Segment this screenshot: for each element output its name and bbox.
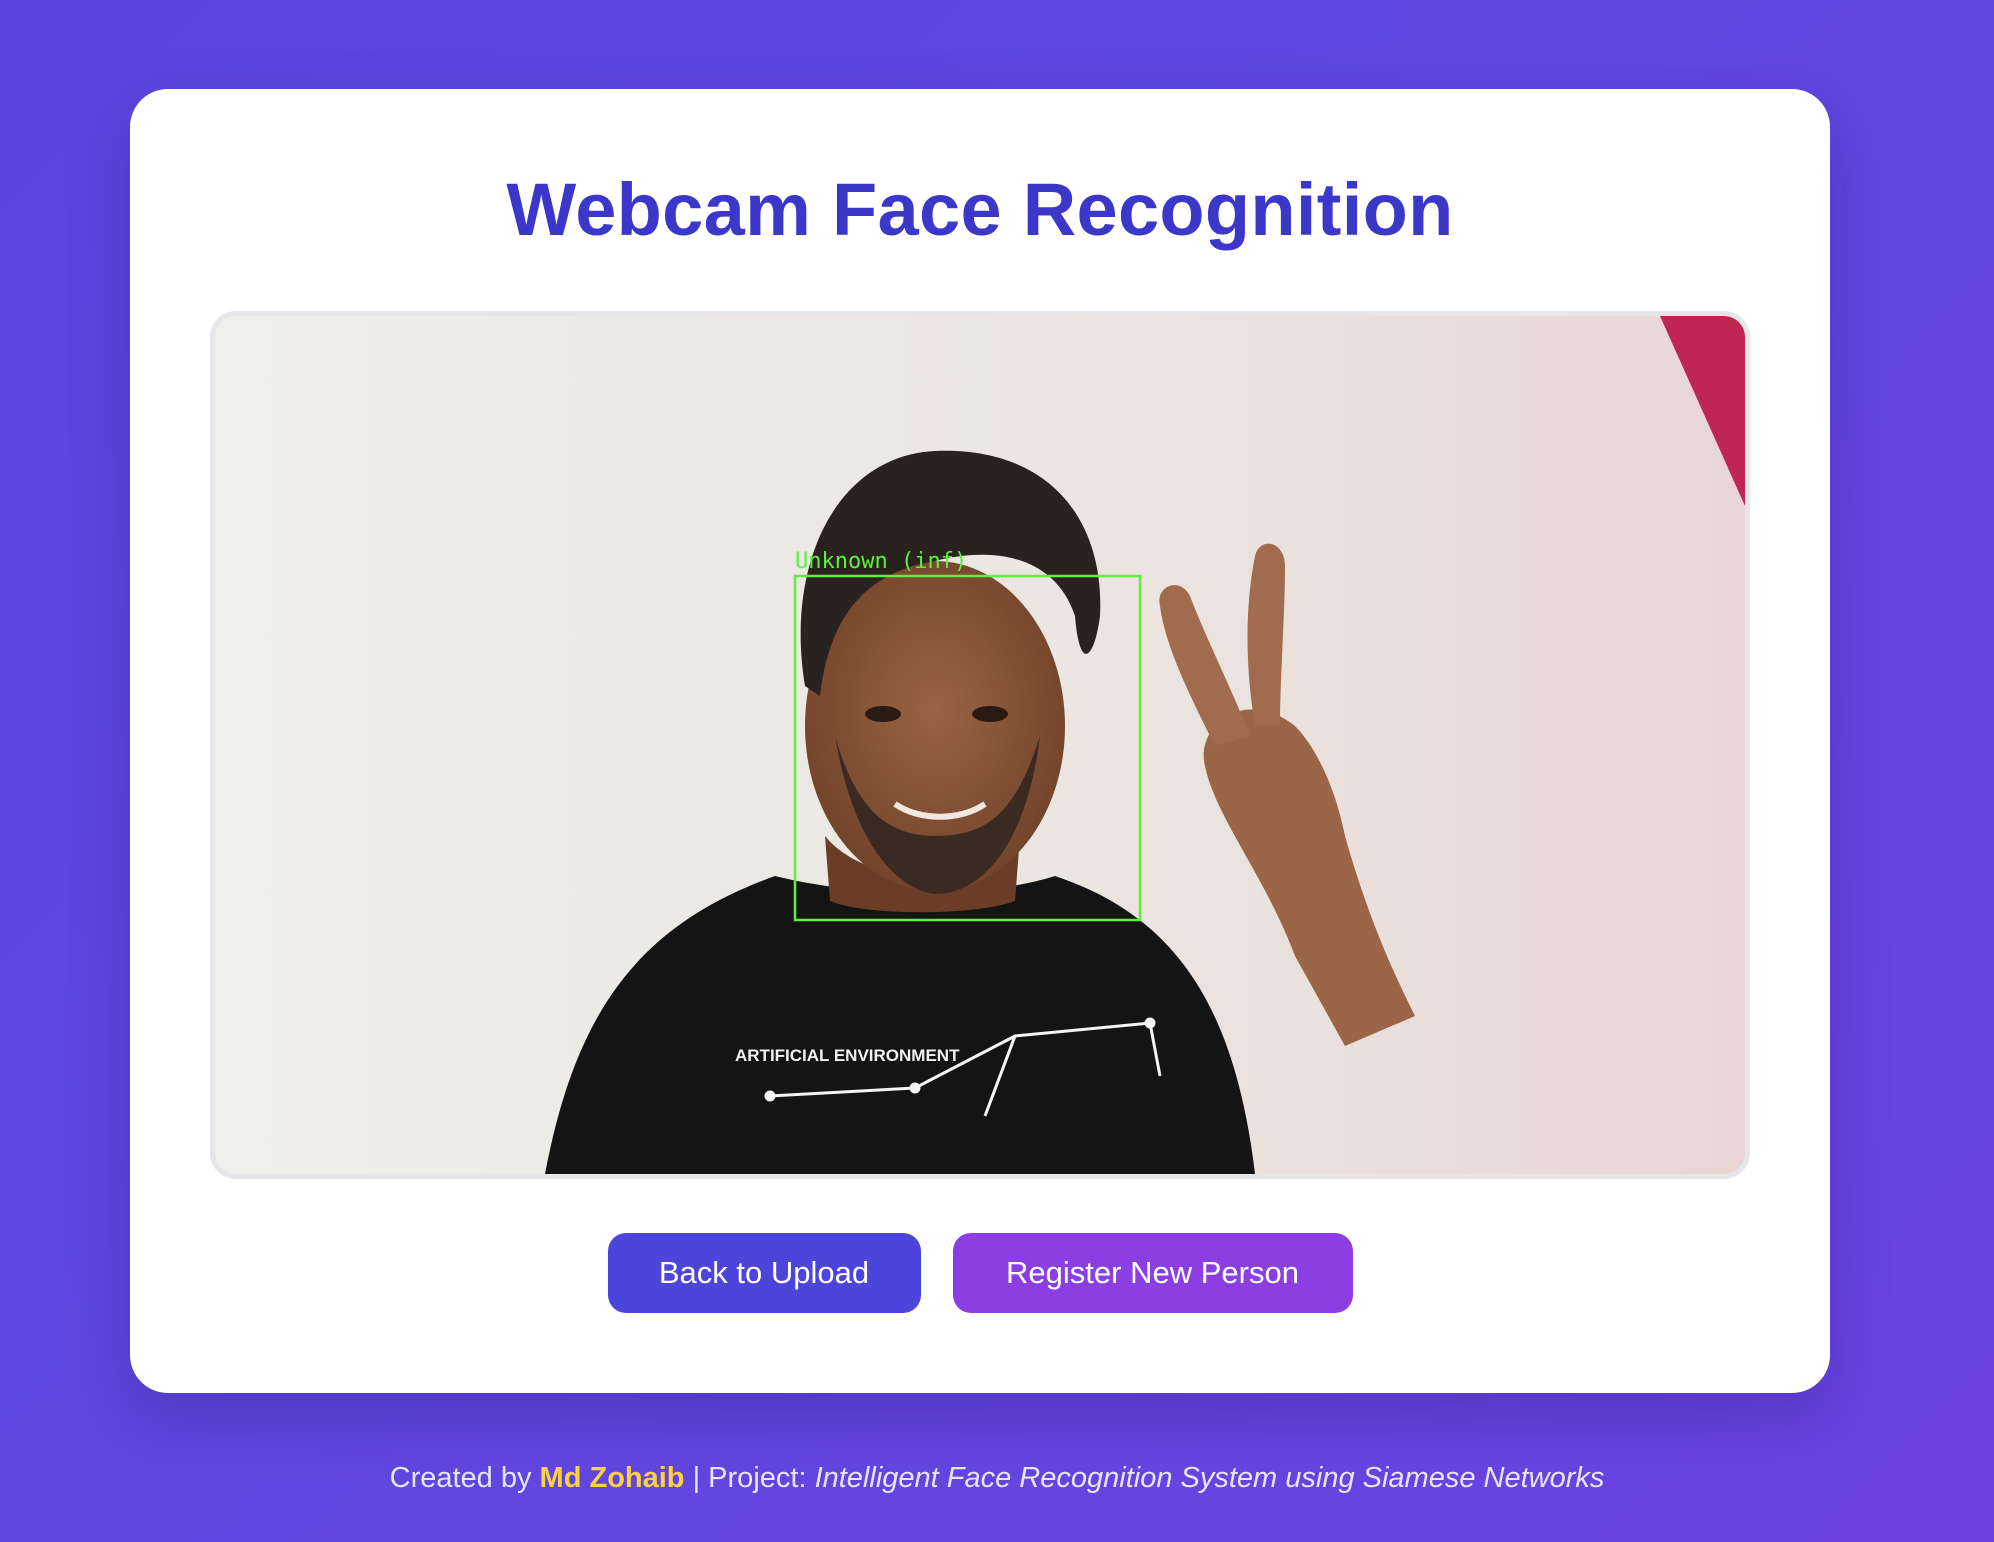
page-title: Webcam Face Recognition bbox=[506, 168, 1454, 251]
webcam-frame-image: ARTIFICIAL ENVIRONMENT Unknown (inf) bbox=[215, 316, 1745, 1174]
shirt-print-text: ARTIFICIAL ENVIRONMENT bbox=[735, 1046, 960, 1065]
back-to-upload-button[interactable]: Back to Upload bbox=[607, 1233, 921, 1313]
action-buttons: Back to Upload Register New Person bbox=[130, 1233, 1830, 1313]
footer-author: Md Zohaib bbox=[539, 1462, 685, 1494]
footer-prefix: Created by bbox=[389, 1462, 532, 1494]
footer: Created by Md Zohaib | Project: Intellig… bbox=[0, 1462, 1994, 1495]
detection-label: Unknown (inf) bbox=[795, 549, 967, 574]
footer-separator: | Project: bbox=[692, 1462, 807, 1494]
webcam-feed: ARTIFICIAL ENVIRONMENT Unknown (inf) bbox=[210, 311, 1750, 1179]
footer-project-name: Intelligent Face Recognition System usin… bbox=[814, 1462, 1605, 1494]
main-card: Webcam Face Recognition ARTIFICIAL ENVIR… bbox=[130, 89, 1830, 1393]
register-new-person-button[interactable]: Register New Person bbox=[952, 1233, 1353, 1313]
